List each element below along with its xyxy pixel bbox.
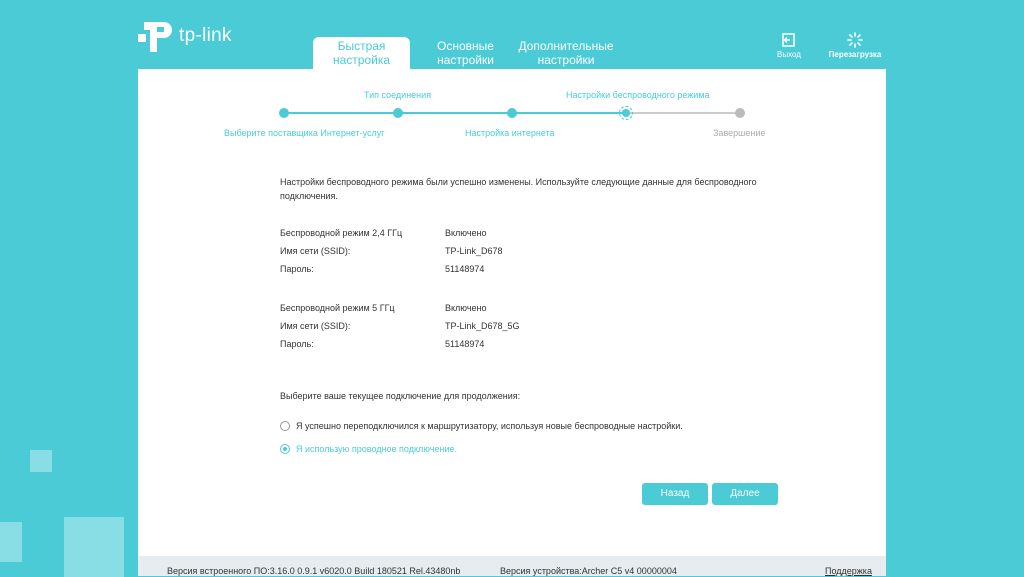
reboot-button[interactable]: Перезагрузка	[826, 32, 884, 59]
progress-line-done	[284, 112, 626, 114]
option-wireless-label: Я успешно переподключился к маршрутизато…	[296, 421, 683, 431]
hardware-version: Версия устройства:Archer C5 v4 00000004	[500, 566, 677, 576]
radio-button-unchecked[interactable]	[280, 421, 290, 431]
tp-link-logo-icon	[138, 22, 172, 52]
step-label-connection-type: Тип соединения	[364, 90, 432, 100]
tab-quick-setup[interactable]: Быстрая настройка	[313, 37, 410, 69]
tab-advanced-settings[interactable]: Дополнительные настройки	[516, 37, 616, 69]
pass5-value: 51148974	[445, 339, 485, 349]
main-panel: Тип соединения Настройки беспроводного р…	[138, 69, 886, 556]
brand-name: tp-link	[179, 25, 232, 46]
step-label-isp: Выберите поставщика Интернет-услуг	[224, 128, 385, 138]
pass5-label: Пароль:	[280, 339, 314, 349]
option-wired-radio[interactable]: Я использую проводное подключение.	[280, 444, 457, 454]
main-nav-tabs: Быстрая настройка Основные настройки Доп…	[313, 37, 618, 69]
intro-text-line1: Настройки беспроводного режима были успе…	[280, 177, 757, 187]
footer-bar: Версия встроенного ПО:3.16.0 0.9.1 v6020…	[138, 556, 886, 576]
tab-label-line2: настройки	[537, 53, 595, 67]
support-link[interactable]: Поддержка	[825, 566, 872, 576]
tp-link-logo: tp-link	[138, 18, 232, 54]
logout-icon	[782, 33, 795, 47]
radio-button-checked[interactable]	[280, 444, 290, 454]
back-button[interactable]: Назад	[642, 483, 708, 505]
background-decoration	[0, 522, 22, 562]
tab-label-line1: Основные	[437, 39, 494, 53]
option-wired-label: Я использую проводное подключение.	[296, 444, 458, 454]
pass24-label: Пароль:	[280, 264, 314, 274]
ssid5-label: Имя сети (SSID):	[280, 321, 351, 331]
pass24-value: 51148974	[445, 264, 485, 274]
step-label-finish: Завершение	[713, 128, 766, 138]
ssid24-label: Имя сети (SSID):	[280, 246, 351, 256]
tab-label-line2: настройка	[332, 53, 391, 67]
tab-label-line1: Быстрая	[337, 39, 386, 53]
step-dot-finish	[735, 108, 745, 118]
logout-label: Выход	[777, 50, 801, 59]
logout-button[interactable]: Выход	[774, 32, 804, 59]
intro-text-line2: подключения.	[280, 191, 338, 201]
tab-label-line1: Дополнительные	[518, 39, 614, 53]
band24-label: Беспроводной режим 2,4 ГГц	[280, 228, 403, 238]
band5-value: Включено	[445, 303, 487, 313]
ssid5-value: TP-Link_D678_5G	[445, 321, 520, 331]
reboot-icon	[847, 32, 863, 48]
step-dot-wireless-current	[619, 106, 633, 120]
progress-line-todo	[626, 112, 740, 114]
step-label-internet: Настройка интернета	[465, 128, 555, 138]
next-button[interactable]: Далее	[712, 483, 778, 505]
firmware-version: Версия встроенного ПО:3.16.0 0.9.1 v6020…	[167, 566, 461, 576]
background-decoration	[30, 450, 52, 472]
band5-label: Беспроводной режим 5 ГГц	[280, 303, 395, 313]
reboot-label: Перезагрузка	[828, 50, 882, 59]
background-decoration	[64, 517, 124, 577]
step-dot-isp	[279, 108, 289, 118]
step-label-wireless: Настройки беспроводного режима	[566, 90, 710, 100]
tab-basic-settings[interactable]: Основные настройки	[417, 37, 514, 69]
ssid24-value: TP-Link_D678	[445, 246, 503, 256]
tab-label-line2: настройки	[437, 53, 494, 67]
step-dot-connection-type	[393, 108, 403, 118]
choose-connection-prompt: Выберите ваше текущее подключение для пр…	[280, 391, 521, 401]
band24-value: Включено	[445, 228, 487, 238]
option-wireless-radio[interactable]: Я успешно переподключился к маршрутизато…	[280, 421, 683, 431]
step-dot-internet	[507, 108, 517, 118]
